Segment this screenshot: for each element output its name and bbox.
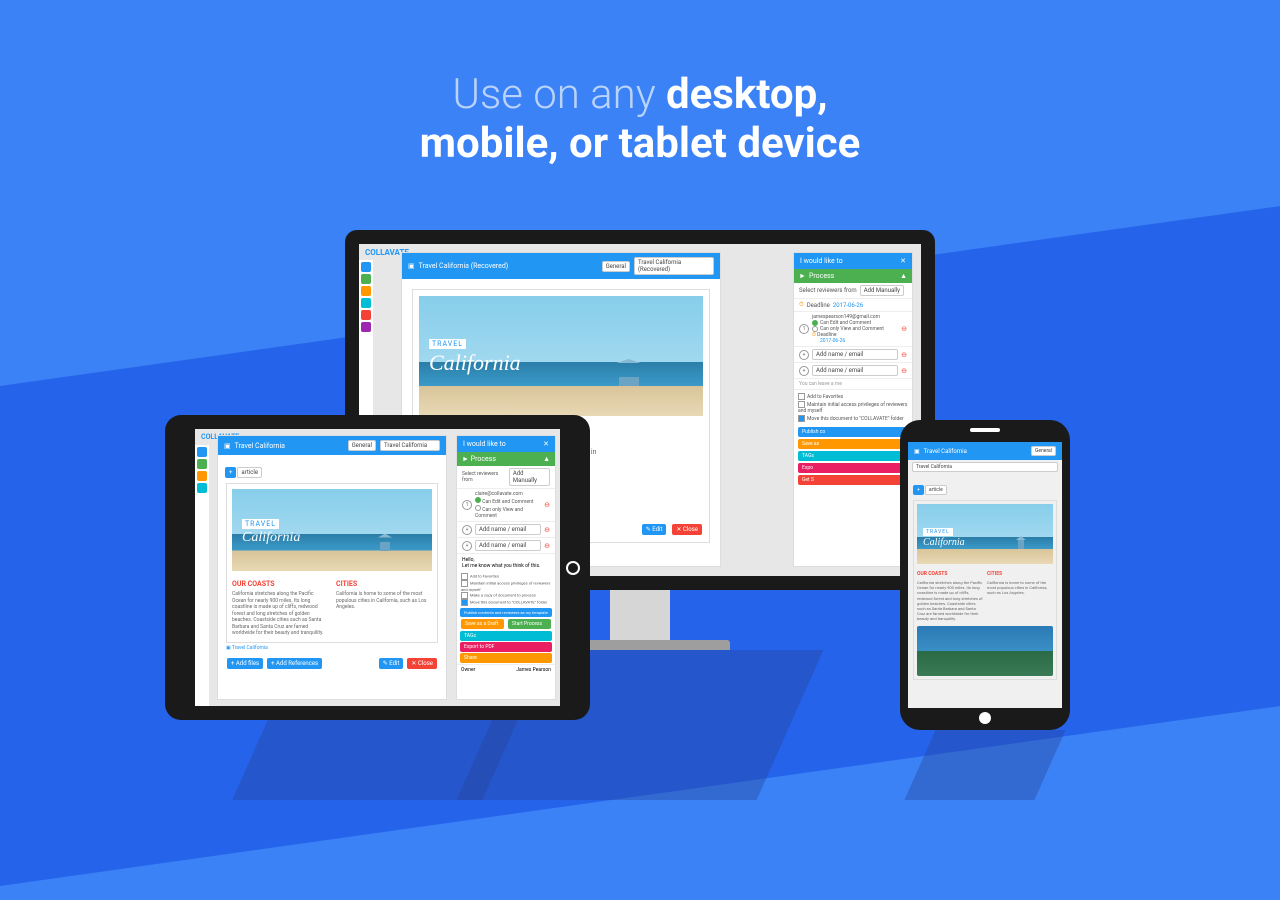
page-headline: Use on any desktop, mobile, or tablet de… <box>0 70 1280 168</box>
tablet-screen: COLLAVATE ▣Travel California General Tra… <box>195 429 560 706</box>
phone-screen: ▣Travel CaliforniaGeneral Travel Califor… <box>908 442 1062 708</box>
add-reviewer-row[interactable]: +Add name / email⊖ <box>794 347 912 363</box>
home-button[interactable] <box>566 561 580 575</box>
edit-button[interactable]: ✎ Edit <box>642 524 667 535</box>
close-button[interactable]: ✕ Close <box>672 524 702 535</box>
app-icon: ▣ <box>408 262 415 270</box>
tablet-device: COLLAVATE ▣Travel California General Tra… <box>165 415 590 720</box>
tags-btn[interactable]: TAGs <box>798 451 908 461</box>
process-panel: I would like to✕ ► Process▲ Select revie… <box>456 435 556 700</box>
close-btn[interactable]: ✕ Close <box>407 658 437 669</box>
hero-image: TRAVEL California <box>917 504 1053 564</box>
add-files-btn[interactable]: + Add files <box>227 658 263 669</box>
publish-btn[interactable]: Publish co <box>798 427 908 437</box>
edit-btn[interactable]: ✎ Edit <box>379 658 404 669</box>
hero-image: TRAVEL California <box>232 489 432 571</box>
add-manually-select[interactable]: Add Manually <box>860 285 904 296</box>
secondary-image <box>917 626 1053 676</box>
device-stage: COLLAVATE ▣ Travel California (Recovered… <box>0 200 1280 800</box>
process-header[interactable]: ►Process▲ <box>794 269 912 283</box>
remove-reviewer-icon[interactable]: ⊖ <box>901 325 907 333</box>
get-s-btn[interactable]: Get S <box>798 475 908 485</box>
panel-titlebar: I would like to✕ <box>794 253 912 269</box>
save-as-btn[interactable]: Save as <box>798 439 908 449</box>
shadow <box>904 730 1065 800</box>
doc-titlebar: ▣ Travel California (Recovered) General … <box>402 253 720 279</box>
export-btn[interactable]: Expo <box>798 463 908 473</box>
shadow <box>232 720 518 800</box>
hero-image: TRAVEL California <box>419 296 703 416</box>
add-refs-btn[interactable]: + Add References <box>267 658 322 669</box>
title-field[interactable]: Travel California (Recovered) <box>634 257 714 275</box>
phone-device: ▣Travel CaliforniaGeneral Travel Califor… <box>900 420 1070 730</box>
process-panel: I would like to✕ ►Process▲ Select review… <box>793 252 913 567</box>
category-select[interactable]: General <box>602 261 630 272</box>
add-reviewer-row[interactable]: +Add name / email⊖ <box>794 363 912 379</box>
close-icon[interactable]: ✕ <box>900 257 906 265</box>
document-window: ▣Travel California General Travel Califo… <box>217 435 447 700</box>
